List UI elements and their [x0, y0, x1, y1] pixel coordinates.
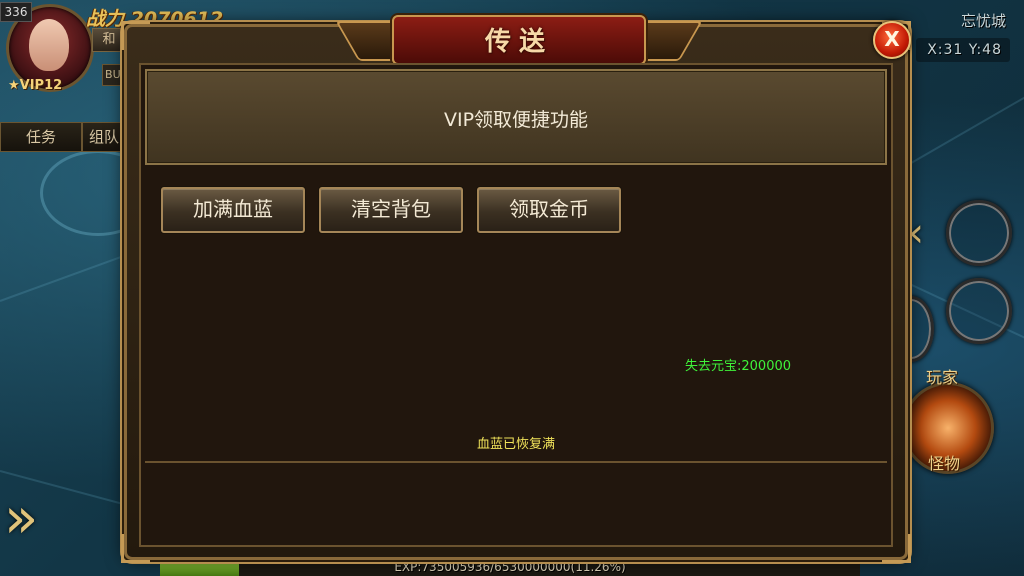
- exp-text: EXP:735005936/6530000000(11.26%): [394, 560, 626, 574]
- teleport-dialog: 传送 X VIP领取便捷功能 加满血蓝 清空背包 领取金币 失去元宝:20000…: [121, 15, 911, 563]
- claim-gold-button[interactable]: 领取金币: [477, 187, 621, 233]
- star-icon: ★: [8, 78, 20, 93]
- dialog-content: VIP领取便捷功能 加满血蓝 清空背包 领取金币 失去元宝:200000 血蓝已…: [139, 63, 893, 547]
- map-name[interactable]: 忘忧城: [961, 10, 1006, 31]
- expand-left-icon[interactable]: ‹: [908, 210, 924, 256]
- exp-bar: EXP:735005936/6530000000(11.26%): [160, 560, 860, 576]
- header-panel: VIP领取便捷功能: [145, 69, 887, 165]
- target-player-label[interactable]: 玩家: [926, 364, 958, 388]
- lost-yuanbao-text: 失去元宝:200000: [685, 359, 792, 374]
- dialog-title-plate: 传送: [392, 15, 646, 65]
- avatar-face: [29, 19, 69, 71]
- refill-hp-mp-button[interactable]: 加满血蓝: [161, 187, 305, 233]
- clear-bag-button[interactable]: 清空背包: [319, 187, 463, 233]
- dialog-corner: [121, 21, 150, 50]
- tab-team[interactable]: 组队: [82, 122, 126, 152]
- skill-slot-1[interactable]: [946, 200, 1012, 266]
- vip-badge: ★VIP12: [8, 78, 62, 93]
- close-button[interactable]: X: [873, 21, 911, 59]
- skill-slot-2[interactable]: [946, 278, 1012, 344]
- vip-level: VIP12: [19, 78, 63, 93]
- status-message: 血蓝已恢复满: [476, 437, 555, 452]
- map-coordinates: X:31 Y:48: [927, 42, 1002, 58]
- divider: [145, 461, 887, 463]
- dialog-title: 传送: [484, 27, 553, 57]
- header-text: VIP领取便捷功能: [443, 109, 589, 131]
- target-monster-label[interactable]: 怪物: [928, 450, 960, 474]
- expand-right-icon[interactable]: »: [4, 486, 38, 551]
- player-level: 336: [0, 2, 32, 22]
- tab-quest[interactable]: 任务: [0, 122, 82, 152]
- power-label: 战力: [86, 8, 125, 30]
